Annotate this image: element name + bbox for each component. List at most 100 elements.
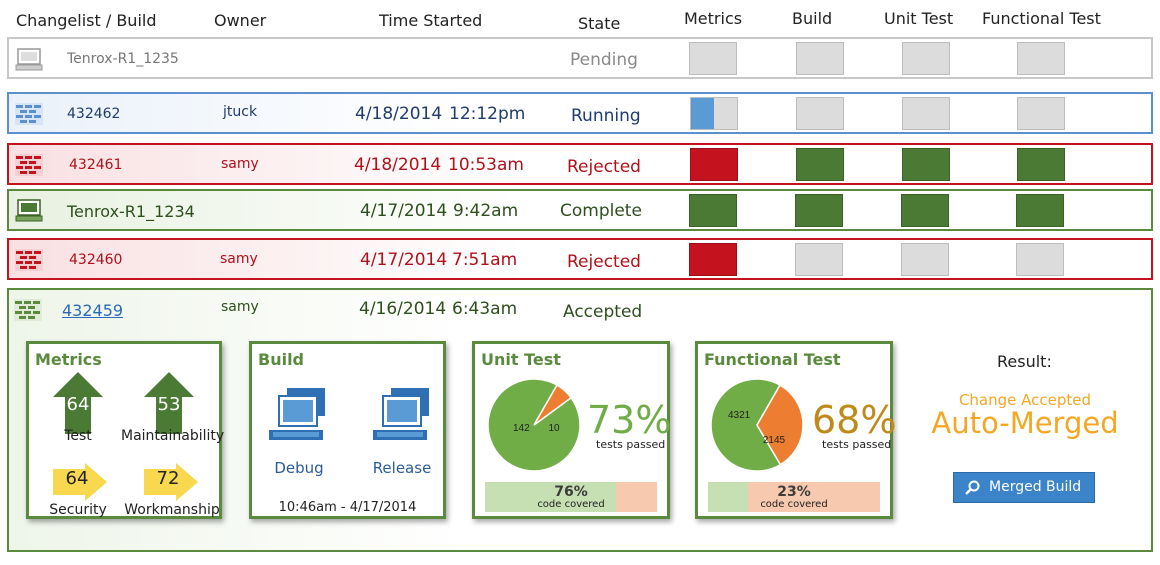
brick-wall-icon bbox=[15, 103, 43, 125]
build-status[interactable] bbox=[795, 243, 843, 276]
build-status[interactable] bbox=[796, 42, 844, 75]
maintainability-score: 53 bbox=[157, 394, 181, 415]
functional-test-coverage-bar: 23% code covered bbox=[708, 482, 880, 512]
workmanship-score: 72 bbox=[156, 468, 180, 489]
state-label: Accepted bbox=[563, 302, 643, 322]
build-row[interactable]: Tenrox-R1_1234 4/17/2014 9:42am Complete bbox=[7, 189, 1153, 231]
release-build-link[interactable]: Release bbox=[367, 459, 437, 477]
unit-test-status[interactable] bbox=[902, 148, 950, 181]
security-label: Security bbox=[49, 502, 107, 518]
build-row[interactable]: 432461 samy 4/18/2014 10:53am Rejected bbox=[7, 143, 1153, 185]
changelist-id[interactable]: 432460 bbox=[69, 252, 122, 268]
start-date: 4/17/2014 bbox=[360, 250, 448, 270]
build-panel: Build Debug Release 10:46am - 4/17/2014 bbox=[249, 341, 446, 519]
metrics-progress-fill bbox=[691, 98, 714, 129]
metrics-panel-title: Metrics bbox=[35, 350, 102, 369]
functional-test-status[interactable] bbox=[1016, 194, 1064, 227]
metrics-status[interactable] bbox=[689, 243, 737, 276]
unit-test-status[interactable] bbox=[901, 194, 949, 227]
functional-test-status[interactable] bbox=[1017, 148, 1065, 181]
state-label: Running bbox=[571, 106, 641, 126]
build-timestamp: 10:46am - 4/17/2014 bbox=[278, 500, 417, 515]
changelist-id[interactable]: Tenrox-R1_1235 bbox=[67, 51, 179, 67]
functional-test-percent: 68% bbox=[812, 398, 897, 442]
coverage-percent: 76% bbox=[554, 484, 588, 500]
start-date: 4/18/2014 bbox=[354, 155, 442, 175]
unit-test-status[interactable] bbox=[902, 97, 950, 130]
build-row[interactable]: 432462 jtuck 4/18/2014 12:12pm Running bbox=[7, 92, 1153, 134]
start-date: 4/16/2014 bbox=[359, 299, 447, 319]
start-time: 6:43am bbox=[452, 299, 518, 319]
col-header-state: State bbox=[578, 14, 621, 33]
unit-test-status[interactable] bbox=[902, 42, 950, 75]
start-time: 7:51am bbox=[452, 250, 518, 270]
changelist-id[interactable]: Tenrox-R1_1234 bbox=[67, 202, 195, 221]
build-panel-title: Build bbox=[258, 350, 305, 369]
functional-test-status[interactable] bbox=[1017, 42, 1065, 75]
coverage-label: code covered bbox=[537, 499, 605, 510]
col-header-metrics: Metrics bbox=[684, 9, 743, 28]
changelist-id[interactable]: 432461 bbox=[69, 157, 122, 173]
start-time: 10:53am bbox=[448, 155, 524, 175]
brick-wall-icon bbox=[15, 249, 43, 271]
test-label: Test bbox=[64, 428, 92, 444]
col-header-changelist: Changelist / Build bbox=[16, 11, 157, 30]
functional-test-pie: 4321 2145 bbox=[710, 378, 804, 472]
functional-test-percent-label: tests passed bbox=[822, 438, 892, 451]
changelist-id[interactable]: 432462 bbox=[67, 106, 120, 122]
metrics-status[interactable] bbox=[690, 97, 738, 130]
build-status[interactable] bbox=[795, 194, 843, 227]
col-header-owner: Owner bbox=[214, 11, 267, 30]
build-row[interactable]: Tenrox-R1_1235 Pending bbox=[7, 37, 1153, 79]
computer-icon[interactable] bbox=[369, 386, 435, 446]
start-time: 12:12pm bbox=[449, 104, 526, 124]
computer-icon[interactable] bbox=[265, 386, 331, 446]
unit-test-percent: 73% bbox=[587, 398, 672, 442]
pie-label-failed: 10 bbox=[548, 423, 560, 434]
metrics-panel: Metrics 64 Test 53 Maintainability 64 Se… bbox=[26, 341, 225, 519]
functional-test-status[interactable] bbox=[1017, 97, 1065, 130]
owner-name: samy bbox=[221, 156, 259, 172]
state-label: Rejected bbox=[567, 157, 641, 177]
functional-test-panel-title: Functional Test bbox=[704, 350, 841, 369]
build-status[interactable] bbox=[796, 97, 844, 130]
col-header-functional-test: Functional Test bbox=[982, 9, 1101, 28]
build-status[interactable] bbox=[796, 148, 844, 181]
brick-wall-icon bbox=[15, 154, 43, 176]
unit-test-pie: 142 10 bbox=[487, 378, 581, 472]
col-header-unit-test: Unit Test bbox=[884, 9, 954, 28]
start-time: 9:42am bbox=[453, 201, 519, 221]
result-outcome: Auto-Merged bbox=[931, 406, 1119, 440]
security-score: 64 bbox=[65, 468, 89, 489]
maintainability-label: Maintainability bbox=[121, 428, 225, 444]
computer-icon bbox=[15, 199, 43, 222]
col-header-build: Build bbox=[792, 9, 833, 28]
debug-build-link[interactable]: Debug bbox=[266, 459, 332, 477]
state-label: Rejected bbox=[567, 252, 641, 272]
owner-name: samy bbox=[220, 251, 258, 267]
coverage-percent: 23% bbox=[777, 484, 811, 500]
result-label: Result: bbox=[997, 352, 1052, 371]
computer-icon bbox=[15, 48, 43, 71]
owner-name: samy bbox=[221, 299, 259, 315]
workmanship-label: Workmanship bbox=[124, 502, 220, 518]
build-row[interactable]: 432460 samy 4/17/2014 7:51am Rejected bbox=[7, 238, 1153, 280]
col-header-time: Time Started bbox=[379, 11, 483, 30]
unit-test-panel: Unit Test 142 10 73% tests passed 76% co… bbox=[472, 341, 672, 519]
unit-test-status[interactable] bbox=[901, 243, 949, 276]
coverage-label: code covered bbox=[760, 499, 828, 510]
brick-wall-icon bbox=[14, 299, 42, 321]
metrics-status[interactable] bbox=[689, 42, 737, 75]
unit-test-percent-label: tests passed bbox=[596, 438, 666, 451]
merged-build-button[interactable]: Merged Build bbox=[953, 472, 1095, 503]
state-label: Pending bbox=[570, 50, 638, 70]
changelist-link[interactable]: 432459 bbox=[62, 301, 123, 320]
metrics-status[interactable] bbox=[690, 148, 738, 181]
pie-label-passed: 142 bbox=[513, 423, 530, 434]
functional-test-panel: Functional Test 4321 2145 68% tests pass… bbox=[695, 341, 897, 519]
functional-test-status[interactable] bbox=[1016, 243, 1064, 276]
merged-build-label: Merged Build bbox=[989, 479, 1082, 495]
metrics-status[interactable] bbox=[689, 194, 737, 227]
start-date: 4/18/2014 bbox=[355, 104, 443, 124]
pie-label-failed: 2145 bbox=[763, 435, 786, 446]
